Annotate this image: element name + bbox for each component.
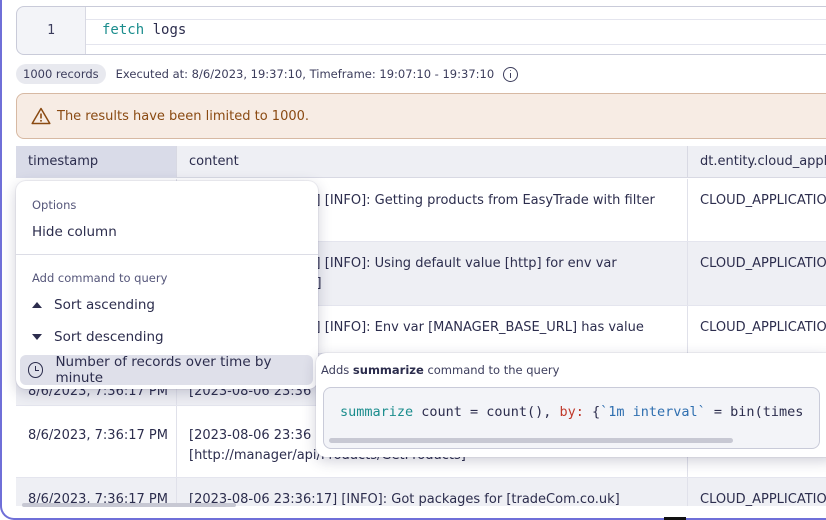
command-preview-tooltip: Adds summarize command to the query summ… xyxy=(316,353,826,457)
column-header-timestamp[interactable]: timestamp xyxy=(16,146,176,178)
query-editor[interactable]: 1 fetch logs xyxy=(16,6,826,55)
cell-content: [2023-08-06 23:36:17] [INFO]: Got packag… xyxy=(176,478,688,506)
code-keyword: summarize xyxy=(340,404,414,420)
sort-descending-item[interactable]: Sort descending xyxy=(32,329,164,345)
code-keyword: fetch xyxy=(102,22,145,38)
clock-icon xyxy=(28,362,44,378)
records-over-time-label: Number of records over time by minute xyxy=(55,354,272,386)
query-text[interactable]: fetch logs xyxy=(102,22,186,38)
line-number: 1 xyxy=(47,23,55,38)
menu-section-add-command: Add command to query xyxy=(32,271,168,285)
tooltip-description: Adds summarize command to the query xyxy=(321,363,559,377)
tooltip-command: summarize xyxy=(352,363,424,377)
limit-warning: The results have been limited to 1000. xyxy=(16,93,826,139)
menu-section-options: Options xyxy=(32,198,77,212)
code-guide xyxy=(86,44,826,45)
code-scrollbar[interactable] xyxy=(329,438,733,443)
column-header-content[interactable]: content xyxy=(176,146,688,178)
warning-text: The results have been limited to 1000. xyxy=(57,108,310,124)
cell-content-line: OL] xyxy=(299,274,676,294)
cell-timestamp: 8/6/2023, 7:36:17 PM xyxy=(28,492,168,506)
cell-entity: CLOUD_APPLICATIO xyxy=(687,242,826,305)
column-header-entity[interactable]: dt.entity.cloud_appl xyxy=(687,146,826,178)
menu-divider xyxy=(16,254,318,255)
sort-ascending-item[interactable]: Sort ascending xyxy=(32,297,155,313)
sort-ascending-icon xyxy=(32,302,42,308)
sort-descending-label: Sort descending xyxy=(54,329,164,345)
record-count-badge: 1000 records xyxy=(16,64,106,84)
code-part: count = count(), xyxy=(413,404,560,420)
sort-descending-icon xyxy=(32,334,42,340)
sort-ascending-label: Sort ascending xyxy=(54,297,155,313)
table-row[interactable]: 8/6/2023, 7:36:17 PM [2023-08-06 23:36:1… xyxy=(16,478,826,506)
tooltip-suffix: command to the query xyxy=(423,363,560,377)
status-row: 1000 records Executed at: 8/6/2023, 19:3… xyxy=(16,63,519,85)
code-area[interactable]: fetch logs xyxy=(85,7,826,54)
cell-timestamp: 8/6/2023, 7:36:17 PM xyxy=(28,428,168,443)
cell-entity: CLOUD_APPLICATIO xyxy=(687,306,826,353)
code-rest: logs xyxy=(144,22,187,38)
hide-column-item[interactable]: Hide column xyxy=(32,224,117,240)
column-options-menu: Options Hide column Add command to query… xyxy=(16,181,318,389)
tooltip-prefix: Adds xyxy=(321,363,353,377)
records-over-time-item[interactable]: Number of records over time by minute xyxy=(20,354,313,386)
cell-content-line: 17] [INFO]: Using default value [http] f… xyxy=(299,256,617,271)
code-string: `1m interval` xyxy=(600,404,706,420)
preview-code-text: summarize count = count(), by: {`1m inte… xyxy=(340,404,803,420)
command-preview-code: summarize count = count(), by: {`1m inte… xyxy=(323,387,820,449)
code-by: by: xyxy=(559,404,584,420)
table-header: timestamp content dt.entity.cloud_appl xyxy=(16,146,826,178)
execution-info: Executed at: 8/6/2023, 19:37:10, Timefra… xyxy=(115,67,495,81)
code-guide xyxy=(86,19,826,20)
info-icon[interactable] xyxy=(503,66,519,82)
cell-entity: CLOUD_APPLICATIO xyxy=(687,478,826,506)
code-part: { xyxy=(583,404,601,420)
cell-entity: CLOUD_APPLICATIO xyxy=(687,179,826,241)
warning-icon xyxy=(31,107,51,125)
code-part: = bin(times xyxy=(705,404,804,420)
horizontal-scrollbar[interactable] xyxy=(22,503,236,507)
